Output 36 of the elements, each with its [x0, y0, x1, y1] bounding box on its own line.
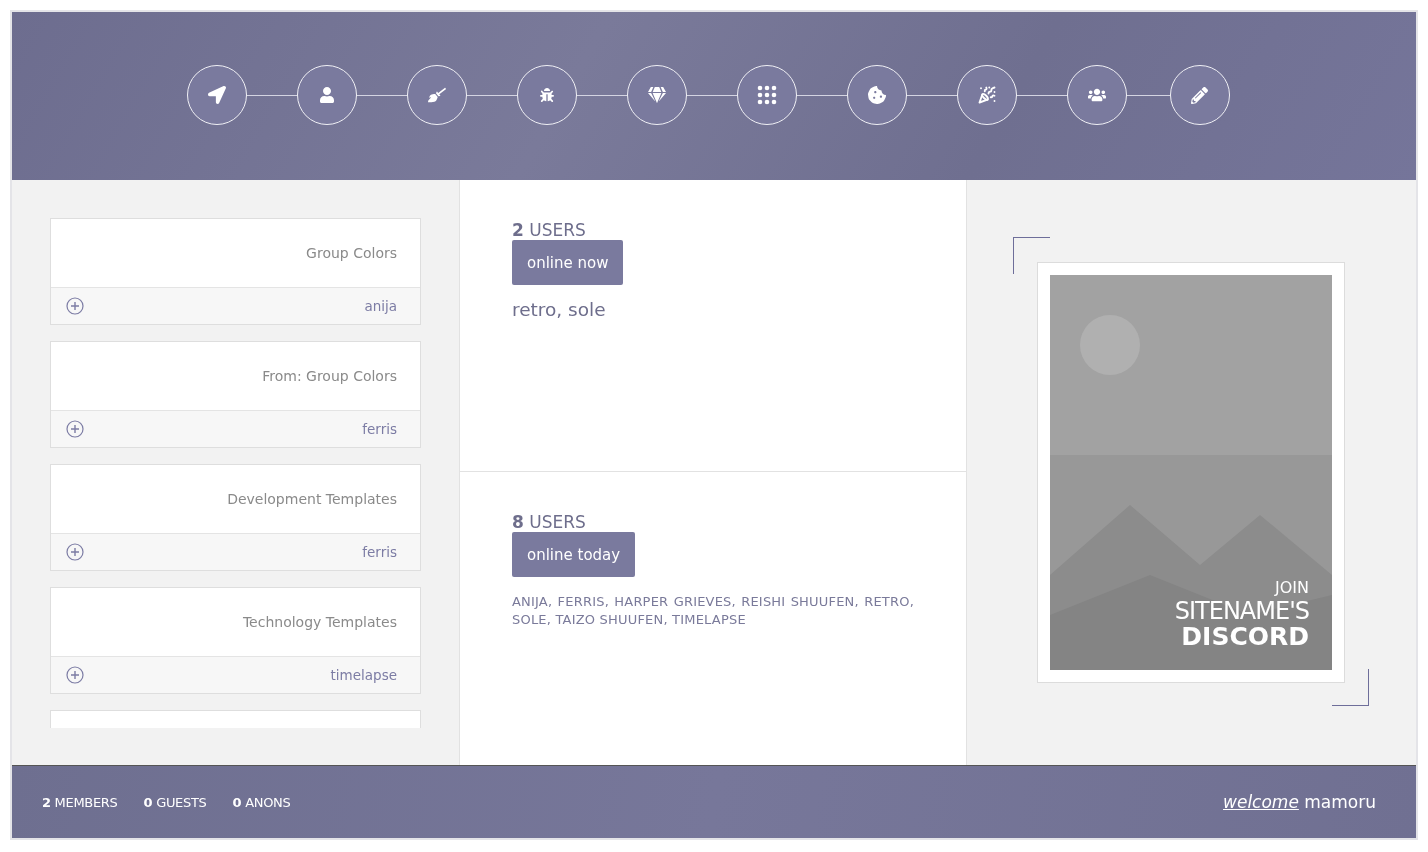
users-count: 2 USERS [512, 220, 586, 240]
online-users-list: ANIJA, FERRIS, HARPER GRIEVES, REISHI SHUUFEN, RETRO, SOLE, TAIZO SHUUFEN, TIMELAPSE [512, 593, 914, 629]
grid-icon [756, 85, 777, 105]
stat-count: 0 ANONS [232, 794, 291, 810]
plus-circle-icon[interactable] [66, 297, 84, 315]
topic-title[interactable]: Group Colors [306, 245, 397, 261]
author-link[interactable]: anija [364, 298, 397, 314]
pencil-icon [1191, 86, 1208, 104]
online-today-button[interactable]: online today [512, 532, 636, 577]
location-arrow-icon [207, 86, 226, 104]
gem-icon [647, 86, 666, 104]
corner-bracket [1332, 669, 1369, 706]
author-link[interactable]: timelapse [330, 667, 397, 683]
broom-icon [427, 86, 446, 104]
plus-circle-icon[interactable] [66, 666, 84, 684]
online-users-list: retro, sole [512, 299, 606, 320]
discord-text: DISCORD [1181, 624, 1309, 650]
stat-count: 0 GUESTS [143, 794, 207, 810]
bug-icon [539, 88, 554, 102]
user-icon [318, 87, 335, 103]
plus-circle-icon[interactable] [66, 420, 84, 438]
users-count: 8 USERS [512, 512, 586, 532]
topic-title[interactable]: Development Templates [227, 491, 397, 507]
plus-circle-icon[interactable] [66, 543, 84, 561]
topic-title[interactable]: From: Group Colors [262, 368, 397, 384]
online-now-button[interactable]: online now [512, 240, 624, 285]
author-link[interactable]: ferris [362, 544, 397, 560]
stat-count: 2 MEMBERS [42, 794, 118, 810]
discord-text: SITENAME'S [1174, 598, 1309, 624]
discord-text: JOIN [1275, 578, 1309, 598]
users-icon [1087, 86, 1106, 104]
topic-title[interactable]: Technology Templates [242, 614, 397, 630]
party-popper-icon [977, 86, 996, 104]
welcome-text: welcome mamoru [1223, 792, 1376, 812]
author-link[interactable]: ferris [362, 421, 397, 437]
cookie-icon [867, 86, 886, 104]
